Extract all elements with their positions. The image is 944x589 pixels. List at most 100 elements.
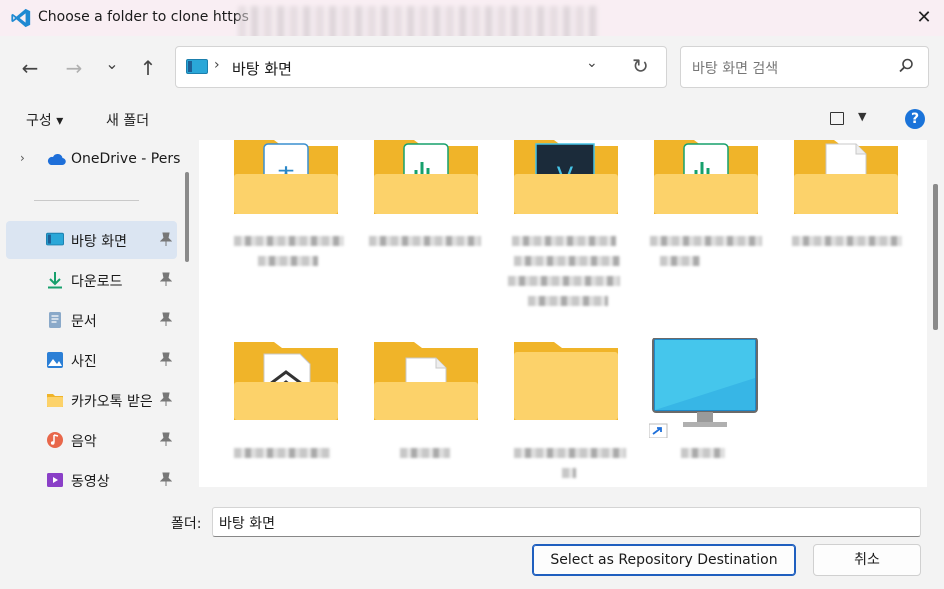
pin-icon[interactable] bbox=[160, 432, 172, 446]
sidebar-item-label: 카카오톡 받은 bbox=[71, 394, 153, 410]
folder-icon bbox=[234, 342, 338, 420]
search-icon[interactable] bbox=[897, 57, 915, 75]
up-arrow-icon[interactable]: ↑ bbox=[132, 52, 164, 84]
folder-icon bbox=[374, 342, 478, 420]
close-icon[interactable]: ✕ bbox=[910, 5, 938, 31]
new-folder-button[interactable]: 새 폴더 bbox=[106, 110, 149, 130]
search-box[interactable]: 바탕 화면 검색 bbox=[680, 46, 929, 88]
folder-icon bbox=[654, 140, 758, 214]
desktop-icon bbox=[186, 59, 208, 74]
file-list-scrollbar[interactable] bbox=[927, 140, 944, 487]
desktop-icon bbox=[46, 232, 64, 246]
redacted-filename bbox=[369, 236, 481, 246]
pin-icon[interactable] bbox=[160, 232, 172, 246]
folder-icon bbox=[47, 394, 63, 407]
redacted-filename bbox=[514, 256, 620, 266]
file-list-scrollbar-thumb[interactable] bbox=[933, 184, 938, 330]
sidebar-item-label: 문서 bbox=[71, 314, 97, 330]
back-arrow-icon[interactable]: ← bbox=[14, 52, 46, 84]
dialog-footer: 폴더: 바탕 화면 Select as Repository Destinati… bbox=[0, 487, 944, 589]
search-input[interactable]: 바탕 화면 검색 bbox=[692, 58, 778, 78]
help-icon[interactable]: ? bbox=[905, 109, 925, 129]
sidebar-item-kakaotalk-received[interactable]: 카카오톡 받은 bbox=[0, 381, 178, 419]
address-dropdown-icon[interactable]: ⌄ bbox=[586, 55, 598, 71]
folder-item[interactable] bbox=[234, 338, 342, 487]
folder-icon: ㅊ bbox=[234, 140, 338, 214]
sidebar-scrollbar-thumb[interactable] bbox=[185, 172, 189, 262]
sidebar-item-label: 바탕 화면 bbox=[71, 234, 127, 250]
redacted-filename bbox=[562, 468, 576, 478]
file-list[interactable]: ㅊ V bbox=[199, 140, 927, 487]
redacted-filename bbox=[514, 448, 626, 458]
command-bar: 구성 ▾ 새 폴더 ▼ ? bbox=[0, 100, 944, 140]
sidebar-item-pictures[interactable]: 사진 bbox=[0, 341, 178, 379]
download-icon bbox=[48, 272, 62, 289]
redacted-filename bbox=[234, 448, 330, 458]
sidebar-item-label: 동영상 bbox=[71, 474, 110, 487]
sidebar-item-label: 음악 bbox=[71, 434, 97, 450]
redacted-filename bbox=[234, 236, 344, 246]
recent-locations-chevron-icon[interactable]: ⌄ bbox=[96, 48, 128, 80]
shortcut-item[interactable] bbox=[649, 338, 758, 487]
pin-icon[interactable] bbox=[160, 272, 172, 286]
folder-icon bbox=[374, 140, 478, 214]
expand-chevron-icon[interactable]: › bbox=[20, 151, 25, 165]
pin-icon[interactable] bbox=[160, 472, 172, 486]
redacted-filename bbox=[258, 256, 318, 266]
pin-icon[interactable] bbox=[160, 312, 172, 326]
sidebar-item-music[interactable]: 음악 bbox=[0, 421, 178, 459]
redacted-filename bbox=[792, 236, 902, 246]
pictures-icon bbox=[47, 352, 63, 368]
cancel-button[interactable]: 취소 bbox=[813, 544, 921, 576]
redacted-filename bbox=[512, 236, 616, 246]
sidebar-item-label: OneDrive - Pers bbox=[71, 151, 180, 167]
view-dropdown-icon[interactable]: ▼ bbox=[858, 110, 866, 123]
redacted-filename bbox=[400, 448, 450, 458]
folder-icon bbox=[794, 140, 898, 214]
sidebar-item-downloads[interactable]: 다운로드 bbox=[0, 261, 178, 299]
redacted-filename bbox=[681, 448, 725, 458]
folder-item[interactable] bbox=[792, 140, 902, 290]
folder-item[interactable] bbox=[369, 140, 482, 290]
folder-item[interactable] bbox=[650, 140, 762, 290]
forward-arrow-icon[interactable]: → bbox=[58, 52, 90, 84]
sidebar-item-label: 다운로드 bbox=[71, 274, 123, 290]
sidebar-item-onedrive[interactable]: › OneDrive - Pers bbox=[0, 141, 180, 179]
cloud-icon bbox=[47, 153, 66, 166]
sidebar-item-desktop[interactable]: 바탕 화면 bbox=[6, 221, 177, 259]
pin-icon[interactable] bbox=[160, 392, 172, 406]
sidebar-item-label: 사진 bbox=[71, 354, 97, 370]
redacted-filename bbox=[660, 256, 700, 266]
refresh-icon[interactable]: ↻ bbox=[632, 54, 649, 78]
redacted-filename bbox=[650, 236, 762, 246]
folder-item[interactable] bbox=[514, 338, 626, 487]
document-icon bbox=[49, 312, 61, 328]
redacted-filename bbox=[528, 296, 608, 306]
folder-item[interactable] bbox=[374, 338, 482, 487]
address-path[interactable]: 바탕 화면 bbox=[232, 58, 292, 79]
redacted-filename bbox=[508, 276, 620, 286]
breadcrumb-separator: › bbox=[214, 57, 220, 73]
navigation-bar: ← → ⌄ ↑ › 바탕 화면 ⌄ ↻ 바탕 화면 검색 bbox=[0, 36, 944, 100]
folder-icon bbox=[514, 342, 618, 420]
pin-icon[interactable] bbox=[160, 352, 172, 366]
sidebar-scrollbar[interactable] bbox=[181, 140, 199, 487]
title-bar: Choose a folder to clone https ✕ bbox=[0, 0, 944, 44]
video-icon bbox=[47, 473, 63, 487]
window-title: Choose a folder to clone https bbox=[38, 9, 249, 25]
folder-item[interactable]: V bbox=[508, 140, 622, 306]
organize-menu-button[interactable]: 구성 ▾ bbox=[26, 110, 63, 130]
address-bar[interactable]: › 바탕 화면 ⌄ ↻ bbox=[175, 46, 667, 88]
folder-field-label: 폴더: bbox=[171, 516, 202, 532]
select-destination-button[interactable]: Select as Repository Destination bbox=[532, 544, 796, 576]
folder-icon: V bbox=[514, 140, 618, 214]
sidebar-divider bbox=[34, 200, 139, 201]
sidebar-item-documents[interactable]: 문서 bbox=[0, 301, 178, 339]
computer-monitor-icon bbox=[649, 338, 758, 438]
sidebar-item-videos[interactable]: 동영상 bbox=[0, 461, 178, 487]
folder-item[interactable]: ㅊ bbox=[234, 140, 344, 290]
view-mode-icon[interactable] bbox=[830, 112, 844, 125]
music-icon bbox=[47, 432, 63, 448]
folder-name-field[interactable]: 바탕 화면 bbox=[212, 507, 921, 537]
vscode-logo-icon bbox=[11, 8, 31, 28]
